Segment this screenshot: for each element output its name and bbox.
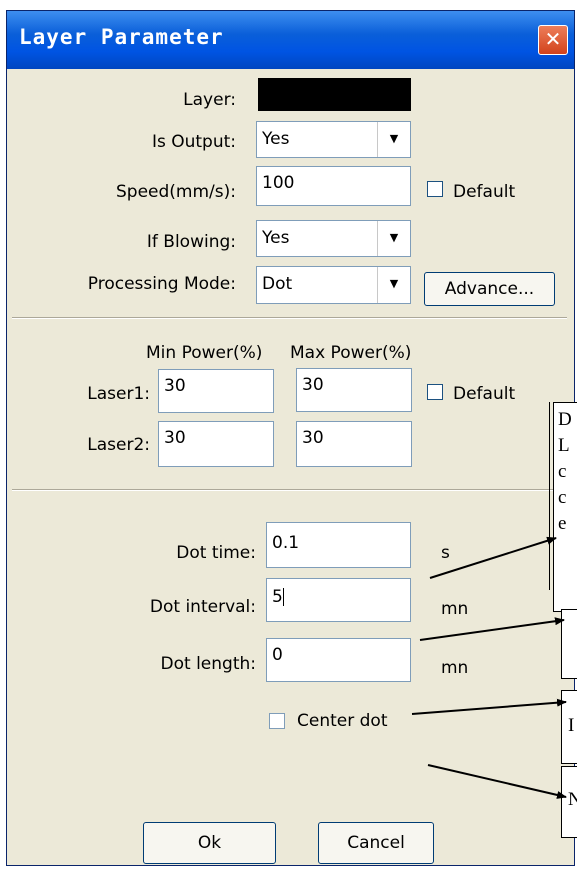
annotation-box-border: [549, 402, 550, 590]
power-default-label: Default: [453, 384, 516, 404]
dot-interval-value: 5: [272, 587, 283, 607]
processing-mode-label: Processing Mode:: [87, 274, 236, 294]
dot-interval-label: Dot interval:: [149, 597, 256, 617]
ok-button[interactable]: Ok: [143, 822, 276, 864]
dot-interval-input[interactable]: 5: [266, 578, 411, 622]
processing-mode-select[interactable]: Dot ▼: [256, 266, 411, 304]
chevron-down-icon[interactable]: ▼: [377, 122, 410, 157]
if-blowing-value: Yes: [262, 228, 290, 248]
speed-label: Speed(mm/s):: [116, 182, 236, 202]
speed-default-label: Default: [453, 182, 516, 202]
speed-default-checkbox[interactable]: [427, 181, 443, 197]
annotation-line: c: [558, 461, 567, 482]
annotation-line: D: [558, 409, 572, 430]
laser2-label: Laser2:: [87, 435, 150, 455]
center-dot-checkbox[interactable]: [269, 713, 285, 729]
annotation-box: D L c c e: [553, 402, 577, 612]
layer-color-swatch[interactable]: [258, 78, 411, 111]
dot-time-input[interactable]: 0.1: [266, 522, 411, 568]
title-bar[interactable]: Layer Parameter ✕: [7, 11, 574, 69]
annotation-line: N: [568, 787, 577, 813]
annotation-line: L: [558, 435, 570, 456]
center-dot-label: Center dot: [297, 711, 388, 731]
divider: [12, 318, 567, 319]
laser1-label: Laser1:: [87, 384, 150, 404]
speed-input[interactable]: 100: [256, 166, 411, 206]
max-power-header: Max Power(%): [290, 343, 412, 363]
min-power-header: Min Power(%): [146, 343, 263, 363]
dialog-title: Layer Parameter: [19, 25, 224, 49]
dot-interval-unit: mn: [441, 599, 469, 619]
annotation-line: c: [558, 487, 567, 508]
laser2-min-input[interactable]: 30: [158, 421, 274, 467]
power-default-checkbox[interactable]: [427, 384, 443, 400]
annotation-line: e: [558, 513, 567, 534]
annotation-box: I: [561, 690, 577, 764]
chevron-down-icon[interactable]: ▼: [377, 267, 410, 303]
if-blowing-select[interactable]: Yes ▼: [256, 220, 411, 257]
is-output-label: Is Output:: [151, 132, 236, 152]
laser1-min-input[interactable]: 30: [158, 369, 274, 413]
dot-time-unit: s: [441, 543, 450, 563]
dot-length-label: Dot length:: [160, 654, 256, 674]
annotation-box: [561, 609, 577, 679]
dot-length-input[interactable]: 0: [266, 638, 411, 682]
layer-label: Layer:: [183, 90, 236, 110]
is-output-value: Yes: [262, 129, 290, 149]
chevron-down-icon[interactable]: ▼: [377, 221, 410, 256]
divider: [12, 490, 567, 491]
close-icon[interactable]: ✕: [538, 25, 568, 55]
text-cursor: [282, 588, 284, 606]
is-output-select[interactable]: Yes ▼: [256, 121, 411, 158]
dot-length-unit: mn: [441, 658, 469, 678]
if-blowing-label: If Blowing:: [146, 232, 236, 252]
laser2-max-input[interactable]: 30: [296, 421, 412, 467]
processing-mode-value: Dot: [262, 274, 293, 294]
cancel-button[interactable]: Cancel: [318, 822, 434, 864]
annotation-line: I: [568, 715, 575, 736]
laser1-max-input[interactable]: 30: [296, 368, 412, 412]
advance-button[interactable]: Advance...: [424, 272, 555, 306]
annotation-box: N: [561, 766, 577, 838]
dot-time-label: Dot time:: [176, 543, 256, 563]
